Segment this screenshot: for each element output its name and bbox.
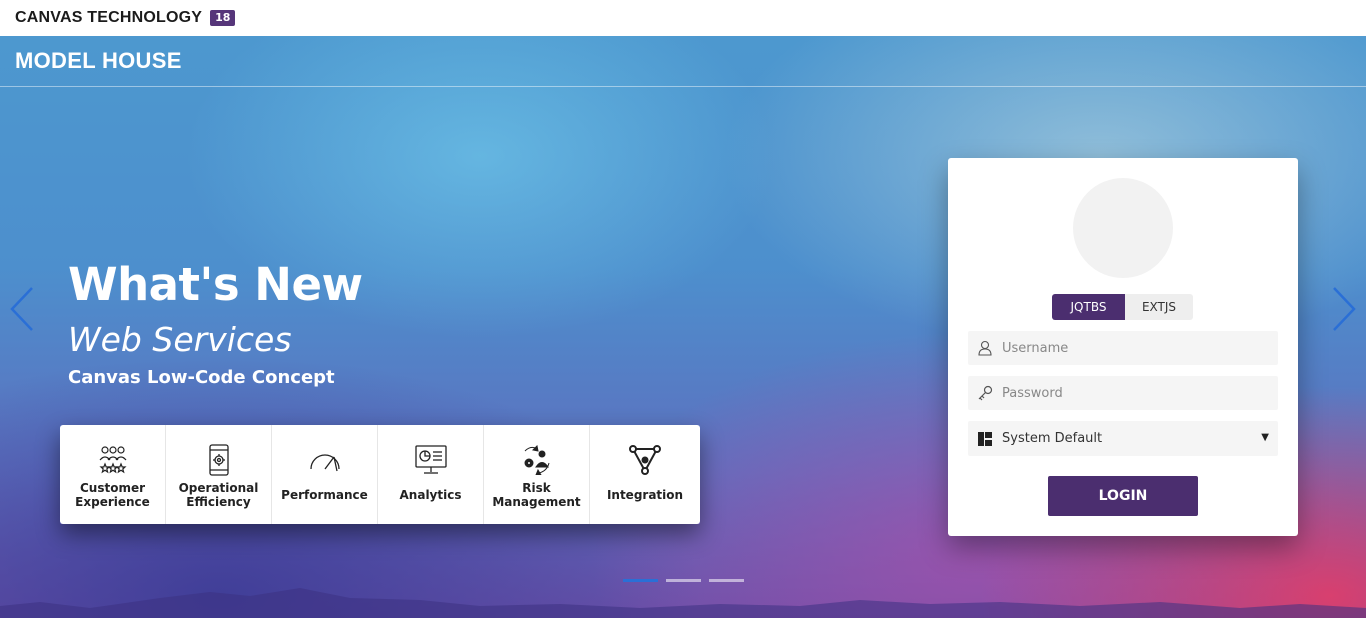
key-icon <box>968 385 1002 401</box>
layout-icon <box>968 431 1002 446</box>
operational-efficiency-icon <box>208 443 230 477</box>
password-field <box>968 376 1278 410</box>
hero-headline: What's New <box>68 258 363 311</box>
feature-tile-integration[interactable]: Integration <box>590 425 700 524</box>
carousel-prev-arrow-icon[interactable] <box>8 286 38 332</box>
toggle-jqtbs[interactable]: JQTBS <box>1052 294 1125 320</box>
feature-tile-analytics[interactable]: Analytics <box>378 425 484 524</box>
analytics-icon <box>414 443 447 477</box>
password-input[interactable] <box>1002 385 1262 401</box>
feature-label: Analytics <box>399 488 462 502</box>
login-button[interactable]: LOGIN <box>1048 476 1198 516</box>
username-input[interactable] <box>1002 340 1262 356</box>
hero-header: MODEL HOUSE <box>0 36 1366 87</box>
feature-label: Risk Management <box>492 481 581 509</box>
carousel-indicators <box>623 579 744 582</box>
performance-gauge-icon <box>308 443 342 477</box>
feature-tile-risk-management[interactable]: Risk Management <box>484 425 590 524</box>
feature-tile-performance[interactable]: Performance <box>272 425 378 524</box>
feature-label: Integration <box>606 488 684 502</box>
mountain-silhouette <box>0 588 1366 618</box>
integration-icon <box>629 443 661 477</box>
feature-tile-operational-efficiency[interactable]: Operational Efficiency <box>166 425 272 524</box>
brand-name: CANVAS TECHNOLOGY <box>15 9 203 26</box>
framework-toggle: JQTBS EXTJS <box>1052 294 1193 320</box>
avatar <box>1073 178 1173 278</box>
toggle-extjs[interactable]: EXTJS <box>1125 294 1193 320</box>
theme-select[interactable]: System Default ▼ <box>968 421 1278 456</box>
feature-label: Performance <box>281 488 368 502</box>
feature-tile-customer-experience[interactable]: Customer Experience <box>60 425 166 524</box>
user-icon <box>968 340 1002 356</box>
carousel-next-arrow-icon[interactable] <box>1328 286 1358 332</box>
feature-label: Operational Efficiency <box>178 481 259 509</box>
carousel-indicator[interactable] <box>709 579 744 582</box>
caret-down-icon: ▼ <box>1261 432 1269 443</box>
feature-label: Customer Experience <box>75 481 150 509</box>
feature-tiles: Customer Experience Operational Efficien… <box>60 425 700 524</box>
login-card: JQTBS EXTJS System Default ▼ LOGIN <box>948 158 1298 536</box>
version-badge: 18 <box>210 10 236 26</box>
username-field <box>968 331 1278 365</box>
section-title: MODEL HOUSE <box>15 48 182 73</box>
hero-tagline: Canvas Low-Code Concept <box>68 367 335 388</box>
top-bar: CANVAS TECHNOLOGY 18 <box>0 0 1366 36</box>
carousel-indicator[interactable] <box>623 579 658 582</box>
risk-management-icon <box>521 443 553 477</box>
customer-experience-icon <box>97 443 129 477</box>
carousel-indicator[interactable] <box>666 579 701 582</box>
theme-select-value: System Default <box>1002 431 1103 446</box>
hero-subline: Web Services <box>68 320 292 359</box>
